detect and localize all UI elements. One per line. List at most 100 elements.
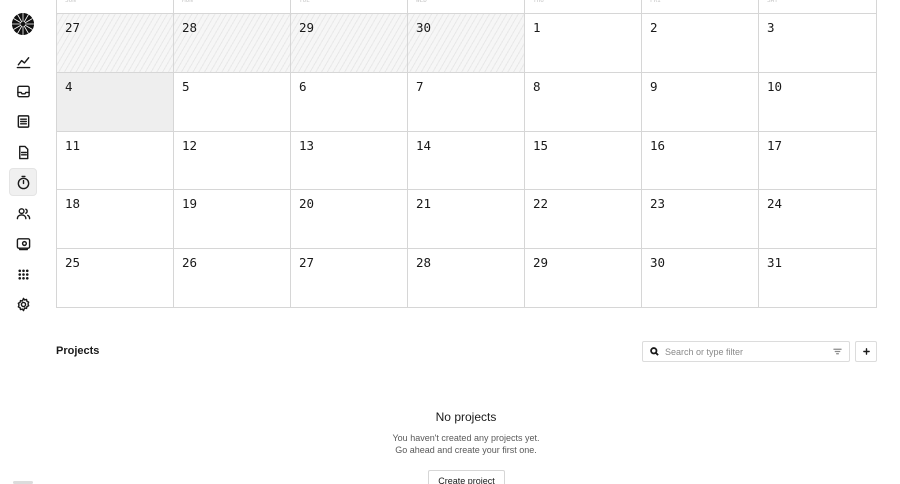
empty-state-title: No projects [435, 410, 497, 424]
calendar-day-number: 22 [533, 196, 549, 212]
weekday-label: TUE [291, 0, 408, 13]
search-icon [649, 346, 660, 357]
calendar-day-number: 14 [416, 137, 432, 153]
nav-settings[interactable] [9, 290, 37, 318]
calendar-day-number: 31 [767, 255, 783, 271]
calendar-day[interactable]: 10 [759, 73, 876, 132]
weekday-label: MON [174, 0, 291, 13]
calendar-day-number: 5 [182, 78, 190, 94]
calendar-day-number: 25 [65, 255, 81, 271]
filter-icon[interactable] [832, 346, 843, 357]
calendar-day[interactable]: 16 [642, 131, 759, 191]
empty-state-description: You haven't created any projects yet. Go… [296, 432, 636, 456]
calendar-day-number: 24 [767, 196, 783, 212]
calendar-day[interactable]: 7 [408, 72, 525, 132]
calendar-day-number: 12 [182, 137, 198, 153]
calendar-day-number: 30 [650, 255, 666, 271]
settings-icon [17, 297, 29, 311]
search-input[interactable] [665, 346, 832, 357]
calendar-day[interactable]: 31 [759, 249, 876, 308]
project-search[interactable] [642, 341, 850, 362]
calendar-day[interactable]: 8 [525, 72, 642, 132]
calendar-day[interactable]: 4 [57, 72, 174, 132]
nav-analytics[interactable] [9, 47, 37, 75]
nav-users[interactable] [9, 199, 37, 227]
calendar-day[interactable]: 29 [291, 14, 408, 73]
calendar-day-number: 4 [65, 78, 73, 94]
calendar-grid: 27 28 29 30 1 2 3 4 5 6 7 8 9 10 11 12 13 14 15 16 17 18 19 20 2… [57, 14, 876, 308]
payments-icon [16, 237, 30, 250]
calendar-day-number: 28 [416, 255, 432, 271]
calendar-day[interactable]: 11 [57, 131, 174, 191]
calendar: SUN MON TUE WED THU FRI SAT 27 28 29 30 1 2 3 4… [56, 0, 877, 308]
calendar-day-number: 17 [767, 137, 783, 153]
calendar-day[interactable]: 22 [525, 190, 642, 250]
calendar-day-number: 16 [650, 137, 666, 153]
calendar-day-number: 11 [65, 137, 81, 153]
calendar-day[interactable]: 25 [57, 249, 174, 308]
calendar-day[interactable]: 6 [291, 72, 408, 132]
create-project-button[interactable]: Create project [428, 470, 505, 484]
calendar-day[interactable]: 15 [525, 131, 642, 191]
calendar-day-number: 26 [182, 255, 198, 271]
analytics-icon [16, 56, 30, 68]
weekday-label: SUN [57, 0, 174, 13]
nav-apps[interactable] [9, 260, 37, 288]
projects-heading: Projects [56, 345, 100, 357]
calendar-day-number: 8 [533, 78, 541, 94]
weekday-label: WED [408, 0, 525, 13]
calendar-day-number: 7 [416, 78, 424, 94]
calendar-day[interactable]: 9 [642, 72, 759, 132]
calendar-day[interactable]: 30 [642, 249, 759, 308]
calendar-day[interactable]: 12 [174, 131, 291, 191]
calendar-day[interactable]: 17 [759, 132, 876, 191]
calendar-weekday-header: SUN MON TUE WED THU FRI SAT [57, 0, 876, 14]
calendar-day[interactable]: 21 [408, 190, 525, 250]
calendar-day[interactable]: 28 [408, 249, 525, 308]
calendar-day-number: 20 [299, 196, 315, 212]
calendar-day-number: 30 [416, 20, 432, 35]
calendar-day-number: 10 [767, 78, 783, 94]
calendar-day[interactable]: 19 [174, 190, 291, 250]
add-project-button[interactable] [855, 341, 877, 362]
calendar-day-number: 9 [650, 78, 658, 94]
list-icon [17, 114, 29, 128]
calendar-day[interactable]: 24 [759, 190, 876, 250]
calendar-day-number: 2 [650, 20, 658, 35]
nav-documents[interactable] [9, 138, 37, 166]
empty-state: No projects You haven't created any proj… [296, 410, 636, 456]
calendar-day-number: 13 [299, 137, 315, 153]
calendar-day[interactable]: 18 [57, 190, 174, 250]
calendar-day[interactable]: 28 [174, 14, 291, 73]
plus-icon [862, 348, 870, 355]
calendar-day[interactable]: 3 [759, 14, 876, 73]
calendar-day[interactable]: 29 [525, 249, 642, 308]
calendar-day-number: 19 [182, 196, 198, 212]
weekday-label: FRI [642, 0, 759, 13]
calendar-day[interactable]: 27 [291, 249, 408, 308]
nav-inbox[interactable] [9, 77, 37, 105]
calendar-day-number: 6 [299, 78, 307, 94]
nav-list[interactable] [9, 107, 37, 135]
users-icon [16, 207, 30, 219]
empty-state-line: Go ahead and create your first one. [395, 445, 537, 455]
calendar-day-number: 27 [65, 20, 81, 35]
inbox-icon [16, 85, 30, 97]
calendar-day[interactable]: 14 [408, 131, 525, 191]
calendar-day-number: 1 [533, 20, 541, 35]
nav-payments[interactable] [9, 229, 37, 257]
calendar-day[interactable]: 30 [408, 14, 525, 73]
calendar-day[interactable]: 26 [174, 249, 291, 308]
calendar-day-number: 29 [299, 20, 315, 35]
calendar-day[interactable]: 27 [57, 14, 174, 73]
calendar-day[interactable]: 13 [291, 131, 408, 191]
calendar-day[interactable]: 20 [291, 190, 408, 250]
calendar-day[interactable]: 5 [174, 72, 291, 132]
calendar-day[interactable]: 2 [642, 14, 759, 73]
document-icon [18, 145, 28, 159]
nav-timer[interactable] [9, 168, 37, 196]
calendar-day[interactable]: 23 [642, 190, 759, 250]
logo-icon[interactable] [12, 13, 34, 35]
calendar-day[interactable]: 1 [525, 14, 642, 73]
apps-icon [17, 268, 29, 280]
